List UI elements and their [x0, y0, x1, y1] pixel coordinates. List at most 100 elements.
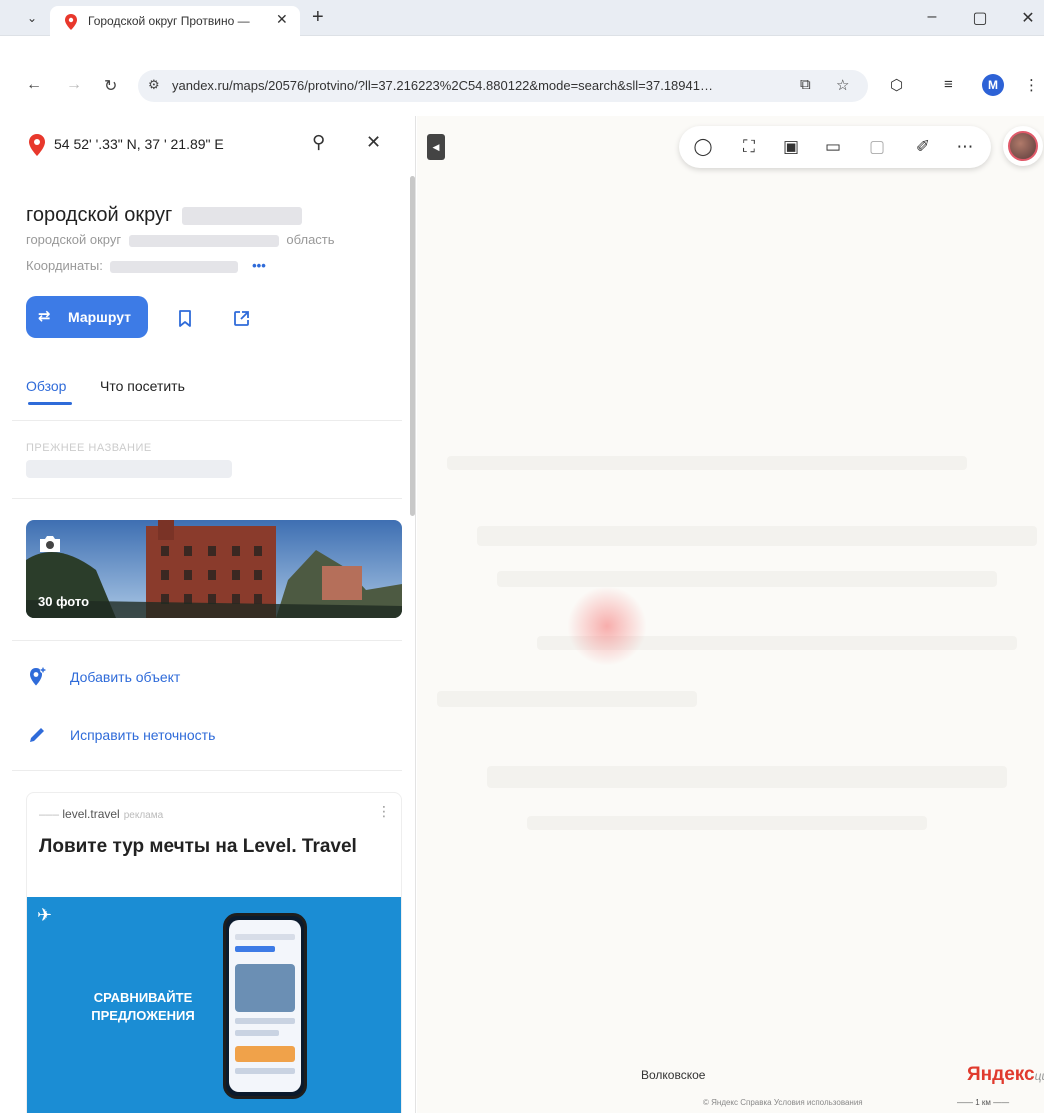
yandex-logo: Яндексций — [967, 1064, 1044, 1086]
selected-place-marker[interactable] — [567, 586, 647, 666]
add-location-icon — [30, 666, 47, 686]
tab-what-to-visit[interactable]: Что посетить — [100, 378, 185, 394]
map-road — [497, 571, 997, 587]
minimize-icon[interactable]: – — [920, 8, 944, 26]
level-travel-logo-icon: ✈ — [37, 905, 53, 925]
share-icon — [233, 310, 249, 326]
user-avatar[interactable] — [1003, 126, 1043, 166]
search-row: 54 52' '.33" N, 37 ' 21.89" E ⚲ ✕ — [12, 116, 415, 174]
back-icon[interactable]: ← — [26, 76, 42, 94]
ruler-icon[interactable]: ✐ — [911, 135, 935, 159]
window-close-icon[interactable]: ✕ — [1016, 8, 1040, 28]
add-object-label: Добавить объект — [70, 669, 181, 685]
install-app-icon[interactable]: ⧉ — [800, 76, 811, 93]
panorama-icon[interactable]: ⛶ — [737, 135, 761, 159]
photo-count: 30 фото — [38, 594, 90, 609]
share-button[interactable] — [220, 296, 262, 338]
tab-overview[interactable]: Обзор — [26, 378, 66, 394]
map-credits[interactable]: © Яндекс Справка Условия использования — [703, 1098, 863, 1107]
place-subtitle: городской округ область — [26, 232, 335, 247]
tab-close-icon[interactable]: ✕ — [276, 11, 288, 28]
user-photo — [1008, 131, 1038, 161]
redacted-former-name — [26, 460, 232, 478]
browser-menu-icon[interactable]: ⋮ — [1024, 76, 1039, 94]
new-tab-icon[interactable]: + — [312, 6, 324, 29]
route-icon: ⇄ — [38, 308, 51, 325]
maximize-icon[interactable]: ▢ — [968, 8, 992, 28]
report-error-action[interactable]: Исправить неточность — [26, 724, 326, 748]
place-sidebar: 54 52' '.33" N, 37 ' 21.89" E ⚲ ✕ городс… — [12, 116, 416, 1113]
map-road — [487, 766, 1007, 788]
more-icon[interactable]: ⋯ — [953, 135, 977, 159]
divider — [12, 770, 402, 771]
print-icon[interactable]: ▢ — [865, 135, 889, 159]
map-place-label: Волковское — [641, 1068, 706, 1082]
omnibox[interactable]: ⚙ yandex.ru/maps/20576/protvino/?ll=37.2… — [138, 70, 868, 102]
search-input[interactable]: 54 52' '.33" N, 37 ' 21.89" E — [54, 136, 224, 152]
layers-icon[interactable]: ◯ — [691, 135, 715, 159]
tab-search-chevron-icon[interactable]: ⌄ — [22, 8, 42, 28]
route-button[interactable]: ⇄ Маршрут — [26, 296, 148, 338]
map-scale: —— 1 км —— — [957, 1098, 1010, 1107]
ad-promo-text: СРАВНИВАЙТЕ ПРЕДЛОЖЕНИЯ — [91, 990, 195, 1023]
phone-mockup — [223, 913, 307, 1099]
url-text[interactable]: yandex.ru/maps/20576/protvino/?ll=37.216… — [172, 78, 792, 93]
forward-icon[interactable]: → — [66, 76, 82, 94]
ad-headline[interactable]: Ловите тур мечты на Level. Travel — [39, 835, 369, 859]
place-title: городской округ — [26, 204, 306, 227]
report-error-label: Исправить неточность — [70, 727, 216, 743]
map-toolbar: ◯ ⛶ ▣ ▭ ▢ ✐ ⋯ — [679, 126, 991, 168]
redacted-coordinates — [110, 260, 239, 273]
map-canvas[interactable]: ◀ ◯ ⛶ ▣ ▭ ▢ ✐ ⋯ Волковское Яндексций © Я… — [417, 116, 1044, 1113]
profile-avatar[interactable]: M — [982, 74, 1004, 96]
sidebar-scrollbar[interactable] — [410, 176, 415, 516]
close-icon[interactable]: ✕ — [366, 132, 381, 153]
pencil-icon — [30, 728, 44, 742]
browser-tab[interactable]: Городской округ Протвино — ✕ — [50, 6, 300, 36]
map-road — [527, 816, 927, 830]
collapse-sidebar-button[interactable]: ◀ — [427, 134, 445, 160]
phone-screen — [229, 920, 301, 1092]
transport-icon[interactable]: ▭ — [821, 135, 845, 159]
redacted-name — [181, 206, 302, 225]
yandex-logo-text: Яндекс — [967, 1064, 1035, 1085]
camera-icon — [40, 536, 60, 552]
map-road — [447, 456, 967, 470]
subtitle-suffix: область — [286, 232, 335, 247]
place-title-text: городской округ — [26, 204, 173, 226]
divider — [12, 498, 402, 499]
extensions-icon[interactable]: ⬡ — [890, 76, 903, 94]
map-road — [437, 691, 697, 707]
map-pin-icon — [65, 14, 77, 30]
bookmark-icon — [179, 309, 191, 327]
bookmark-star-icon[interactable]: ☆ — [836, 76, 849, 94]
coordinates-more-button[interactable]: ••• — [252, 258, 266, 273]
photo-gallery[interactable]: 30 фото — [26, 520, 402, 618]
subtitle-prefix: городской округ — [26, 232, 122, 247]
location-pin-icon — [29, 134, 45, 156]
coordinates-label: Координаты: — [26, 258, 103, 273]
yandex-logo-tail: ций — [1034, 1069, 1044, 1083]
bookmark-button[interactable] — [164, 296, 206, 338]
search-icon[interactable]: ⚲ — [312, 132, 325, 153]
ad-source-name: level.travel — [62, 807, 120, 821]
reload-icon[interactable]: ↻ — [104, 76, 117, 96]
divider — [12, 420, 402, 421]
add-object-action[interactable]: Добавить объект — [26, 666, 326, 690]
active-tab-indicator — [28, 402, 72, 405]
ad-banner[interactable]: ✈ СРАВНИВАЙТЕ ПРЕДЛОЖЕНИЯ — [27, 897, 401, 1113]
ad-badge: реклама — [123, 810, 164, 821]
route-button-label: Маршрут — [68, 309, 132, 325]
former-name-label: ПРЕЖНЕЕ НАЗВАНИЕ — [26, 442, 152, 454]
reading-list-icon[interactable]: ≡ — [944, 76, 953, 93]
redacted-region — [128, 234, 279, 247]
divider — [12, 640, 402, 641]
photos-icon[interactable]: ▣ — [779, 135, 803, 159]
site-info-icon[interactable]: ⚙ — [148, 77, 160, 93]
coordinates-row: Координаты: ••• — [26, 258, 266, 273]
ad-source: ––– level.travel реклама — [39, 807, 164, 821]
ad-card[interactable]: ––– level.travel реклама ⋮ Ловите тур меч… — [26, 792, 402, 1113]
ad-menu-icon[interactable]: ⋮ — [377, 803, 391, 820]
map-scale-value: 1 км — [975, 1098, 991, 1107]
tab-bar: ⌄ Городской округ Протвино — ✕ + – ▢ ✕ — [0, 0, 1044, 36]
